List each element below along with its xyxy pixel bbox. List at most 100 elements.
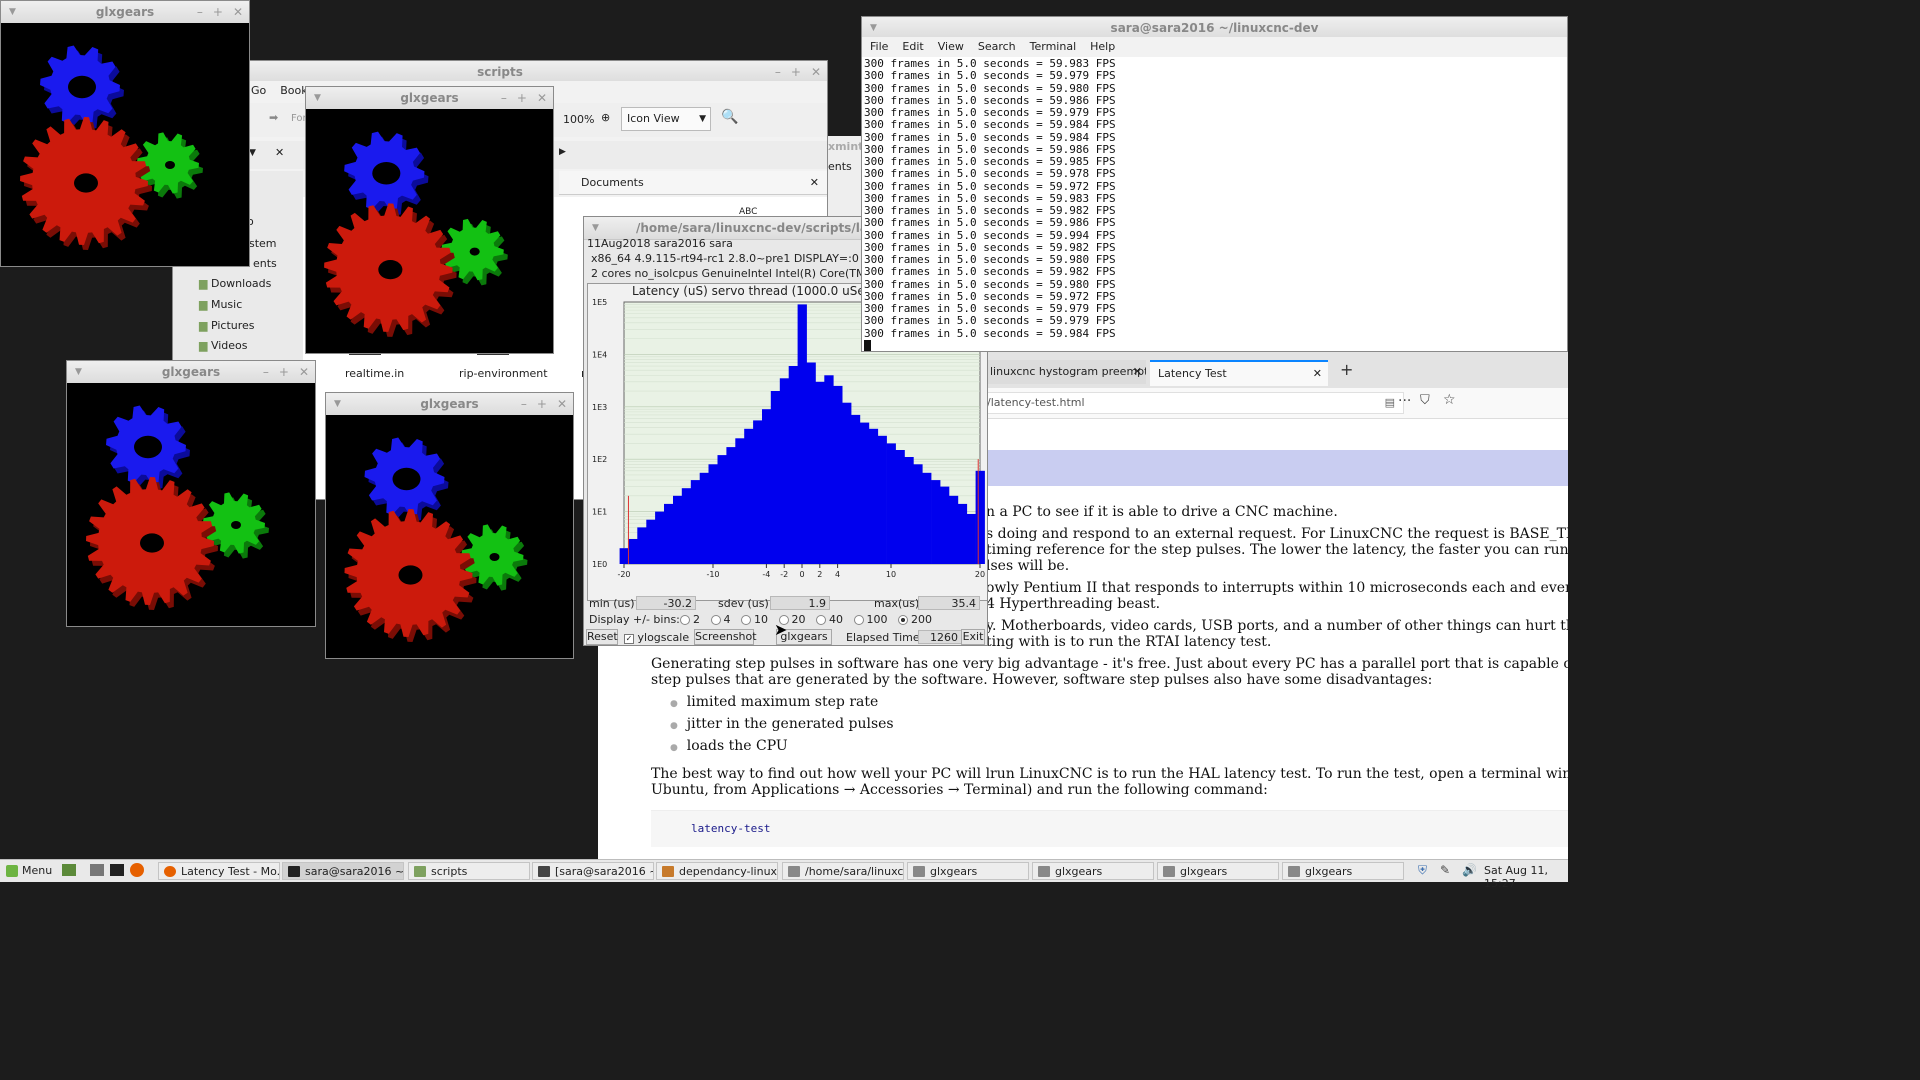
bin-radio-100[interactable]: 100 <box>853 613 888 626</box>
close-icon[interactable]: ✕ <box>299 361 309 383</box>
chevron-down-icon[interactable]: ▼ <box>249 148 256 158</box>
exit-button[interactable]: Exit <box>961 629 985 645</box>
sidebar-item-music[interactable]: ▆ Music <box>199 298 242 311</box>
minimize-icon[interactable]: – <box>501 87 507 109</box>
glxgears-window: ▼ glxgears – + ✕ <box>0 0 250 267</box>
maximize-icon[interactable]: + <box>537 393 547 415</box>
menu-item-terminal[interactable]: Terminal <box>1030 37 1077 57</box>
close-icon[interactable]: ✕ <box>557 393 567 415</box>
tab-documents[interactable]: Documents ✕ <box>559 171 827 195</box>
menu-item[interactable]: Book <box>280 81 307 101</box>
file-item-rip-environment[interactable]: rip-environment <box>459 367 548 380</box>
start-menu-button[interactable]: Menu <box>4 862 52 880</box>
window-menu-icon[interactable]: ▼ <box>9 1 16 23</box>
pocket-icon[interactable]: ⛉ <box>1420 393 1430 408</box>
shield-icon[interactable]: ⛨ <box>1418 863 1427 878</box>
network-icon[interactable]: ✎ <box>1440 863 1450 877</box>
menu-item-view[interactable]: View <box>938 37 964 57</box>
bookmark-star-icon[interactable]: ☆ <box>1443 392 1456 408</box>
elapsed-value-field: 1260 <box>918 630 962 644</box>
reset-button[interactable]: Reset <box>586 629 618 645</box>
close-icon[interactable]: ✕ <box>537 87 547 109</box>
gear-hole <box>378 260 403 280</box>
histogram-bar <box>806 362 816 564</box>
terminal-launcher-icon[interactable] <box>110 864 124 876</box>
terminal-output[interactable]: 300 frames in 5.0 seconds = 59.983 FPS 30… <box>862 57 1567 351</box>
menu-item-edit[interactable]: Edit <box>902 37 923 57</box>
close-icon[interactable]: ✕ <box>1133 360 1142 384</box>
menu-item-file[interactable]: File <box>870 37 888 57</box>
window-menu-icon[interactable]: ▼ <box>592 217 599 239</box>
zoom-in-icon[interactable]: ⊕ <box>601 111 610 124</box>
taskbar-item[interactable]: /home/sara/linuxc... <box>782 862 904 880</box>
window-menu-icon[interactable]: ▼ <box>870 17 877 39</box>
close-icon[interactable]: ✕ <box>811 61 821 83</box>
taskbar-item[interactable]: scripts <box>408 862 530 880</box>
terminal-line: 300 frames in 5.0 seconds = 59.980 FPS <box>864 81 1116 95</box>
close-icon[interactable]: ✕ <box>233 1 243 23</box>
taskbar-item[interactable]: glxgears <box>1157 862 1279 880</box>
minimize-icon[interactable]: – <box>521 393 527 415</box>
minimize-icon[interactable]: – <box>263 361 269 383</box>
x-tick-label: -2 <box>780 570 788 579</box>
sidebar-item-label: Videos <box>210 339 248 352</box>
zoom-level: 100% <box>563 113 595 126</box>
new-tab-icon[interactable]: + <box>1340 360 1353 379</box>
window-menu-icon[interactable]: ▼ <box>75 361 82 383</box>
menu-item-search[interactable]: Search <box>978 37 1016 57</box>
window-menu-icon[interactable]: ▼ <box>334 393 341 415</box>
reader-icon[interactable]: ▤ <box>1385 393 1395 413</box>
taskbar-item[interactable]: glxgears <box>1282 862 1404 880</box>
menu-item[interactable]: Go <box>251 81 266 101</box>
taskbar-item[interactable]: glxgears <box>907 862 1029 880</box>
taskbar-item[interactable]: dependancy-linux... <box>656 862 778 880</box>
window-menu-icon[interactable]: ▼ <box>314 87 321 109</box>
search-icon[interactable]: 🔍 <box>721 109 738 125</box>
bin-radio-200[interactable]: 200 <box>898 613 932 626</box>
minimize-icon[interactable]: – <box>775 61 781 83</box>
taskbar-item[interactable]: Latency Test - Mo... <box>158 862 280 880</box>
firefox-launcher-icon[interactable] <box>130 863 144 877</box>
checkbox-icon[interactable]: ✓ <box>624 634 634 644</box>
terminal-line: 300 frames in 5.0 seconds = 59.984 FPS <box>864 326 1116 340</box>
volume-icon[interactable]: 🔊 <box>1462 863 1477 877</box>
maximize-icon[interactable]: + <box>213 1 223 23</box>
minimize-icon[interactable]: – <box>197 1 203 23</box>
close-icon[interactable]: ✕ <box>1313 362 1322 386</box>
menu-item-help[interactable]: Help <box>1090 37 1115 57</box>
forward-icon[interactable]: ➡ <box>269 111 278 124</box>
sidebar-item-videos[interactable]: ▆ Videos <box>199 339 248 352</box>
close-icon[interactable]: ✕ <box>275 146 284 159</box>
tab-linuxcnc-hystogram[interactable]: linuxcnc hystogram preempt ✕ <box>984 360 1146 384</box>
sidebar-item-downloads[interactable]: ▆ Downloads <box>199 277 271 290</box>
tab-label: Latency Test <box>1158 367 1227 380</box>
taskbar-item[interactable]: glxgears <box>1032 862 1154 880</box>
files-launcher-icon[interactable] <box>90 864 104 876</box>
maximize-icon[interactable]: + <box>791 61 801 83</box>
maximize-icon[interactable]: + <box>279 361 289 383</box>
chevron-right-icon[interactable]: ▶ <box>559 147 566 157</box>
taskbar-item[interactable]: sara@sara2016 ~... <box>282 862 404 880</box>
view-select[interactable]: Icon View ▼ <box>621 107 711 131</box>
screenshot-button[interactable]: Screenshot <box>694 629 757 645</box>
menubar: File Edit View Search Terminal Help <box>862 37 1567 57</box>
bin-radio-2[interactable]: 2 <box>680 613 700 626</box>
maximize-icon[interactable]: + <box>517 87 527 109</box>
ylogscale-checkbox[interactable]: ✓ ylogscale <box>624 631 689 644</box>
histogram-bar <box>842 402 852 564</box>
bin-radio-40[interactable]: 40 <box>816 613 843 626</box>
more-actions-icon[interactable]: ··· <box>1398 393 1411 409</box>
para-2b: timing reference for the step pulses. Th… <box>986 542 1568 558</box>
url-bar[interactable]: /latency-test.html ▤ <box>984 392 1404 414</box>
sidebar-item-pictures[interactable]: ▆ Pictures <box>199 319 255 332</box>
file-item-realtime[interactable]: realtime.in <box>345 367 404 380</box>
show-desktop-icon[interactable] <box>62 864 76 876</box>
clock[interactable]: Sat Aug 11, 15:27 <box>1484 864 1568 890</box>
glxgears-window: ▼ glxgears – + ✕ <box>66 360 316 627</box>
tab-latency-test[interactable]: Latency Test ✕ <box>1150 360 1328 386</box>
bin-radio-4[interactable]: 4 <box>710 613 731 626</box>
taskbar-item[interactable]: [sara@sara2016 ~] <box>532 862 654 880</box>
bin-radio-10[interactable]: 10 <box>741 613 768 626</box>
window-icon <box>1163 866 1175 877</box>
close-icon[interactable]: ✕ <box>810 171 819 195</box>
